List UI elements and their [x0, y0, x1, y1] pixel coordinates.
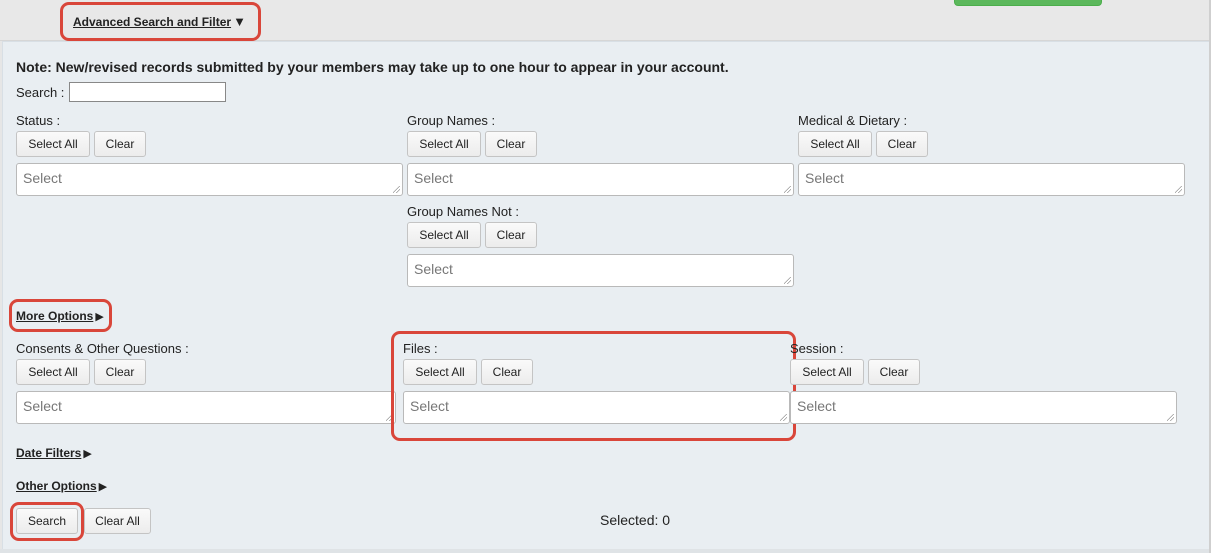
status-label: Status :	[16, 113, 61, 128]
selected-count: Selected: 0	[600, 512, 671, 528]
status-select-all-button[interactable]: Select All	[16, 131, 90, 157]
search-button[interactable]: Search	[16, 508, 78, 534]
consents-select-all-button[interactable]: Select All	[16, 359, 90, 385]
medical-select-all-button[interactable]: Select All	[798, 131, 872, 157]
group-names-not-label: Group Names Not :	[407, 204, 519, 219]
note-text: Note: New/revised records submitted by y…	[16, 59, 729, 75]
group-names-not-clear-button[interactable]: Clear	[485, 222, 537, 248]
other-options-toggle[interactable]: Other Options ▶	[16, 479, 107, 493]
files-clear-button[interactable]: Clear	[481, 359, 533, 385]
more-options-toggle[interactable]: More Options ▶	[16, 309, 104, 323]
chevron-down-icon: ▼	[233, 14, 246, 29]
resize-handle-icon[interactable]	[393, 186, 400, 193]
more-options-label: More Options	[16, 309, 94, 323]
group-names-select-placeholder: Select	[414, 170, 453, 186]
group-names-select[interactable]: Select	[407, 163, 794, 196]
resize-handle-icon[interactable]	[780, 414, 787, 421]
clear-all-button[interactable]: Clear All	[84, 508, 151, 534]
resize-handle-icon[interactable]	[386, 414, 393, 421]
session-select-placeholder: Select	[797, 398, 836, 414]
session-clear-button[interactable]: Clear	[868, 359, 920, 385]
consents-label: Consents & Other Questions :	[16, 341, 189, 356]
medical-clear-button[interactable]: Clear	[876, 131, 928, 157]
group-names-not-select[interactable]: Select	[407, 254, 794, 287]
consents-clear-button[interactable]: Clear	[94, 359, 146, 385]
files-select-all-button[interactable]: Select All	[403, 359, 477, 385]
medical-dietary-label: Medical & Dietary :	[798, 113, 908, 128]
green-action-button[interactable]	[954, 0, 1102, 6]
resize-handle-icon[interactable]	[1167, 414, 1174, 421]
date-filters-toggle[interactable]: Date Filters ▶	[16, 446, 92, 460]
files-label: Files :	[403, 341, 438, 356]
group-names-not-select-all-button[interactable]: Select All	[407, 222, 481, 248]
filter-panel	[2, 41, 1210, 550]
group-names-not-select-placeholder: Select	[414, 261, 453, 277]
chevron-right-icon: ▶	[83, 448, 92, 460]
advanced-search-toggle[interactable]: Advanced Search and Filter ▼	[73, 14, 246, 29]
medical-select-placeholder: Select	[805, 170, 844, 186]
session-select[interactable]: Select	[790, 391, 1177, 424]
date-filters-label: Date Filters	[16, 446, 82, 460]
bottom-strip	[0, 549, 1211, 553]
status-clear-button[interactable]: Clear	[94, 131, 146, 157]
other-options-label: Other Options	[16, 479, 97, 493]
consents-select[interactable]: Select	[16, 391, 396, 424]
session-select-all-button[interactable]: Select All	[790, 359, 864, 385]
status-select-placeholder: Select	[23, 170, 62, 186]
resize-handle-icon[interactable]	[784, 277, 791, 284]
session-label: Session :	[790, 341, 844, 356]
medical-dietary-select[interactable]: Select	[798, 163, 1185, 196]
files-select[interactable]: Select	[403, 391, 790, 424]
resize-handle-icon[interactable]	[784, 186, 791, 193]
consents-select-placeholder: Select	[23, 398, 62, 414]
search-label: Search :	[16, 85, 65, 100]
group-names-select-all-button[interactable]: Select All	[407, 131, 481, 157]
chevron-right-icon: ▶	[95, 311, 104, 323]
group-names-clear-button[interactable]: Clear	[485, 131, 537, 157]
advanced-search-label: Advanced Search and Filter	[73, 15, 232, 29]
group-names-label: Group Names :	[407, 113, 496, 128]
files-select-placeholder: Select	[410, 398, 449, 414]
search-input[interactable]	[69, 82, 226, 102]
chevron-right-icon: ▶	[98, 481, 108, 493]
resize-handle-icon[interactable]	[1175, 186, 1182, 193]
status-select[interactable]: Select	[16, 163, 403, 196]
